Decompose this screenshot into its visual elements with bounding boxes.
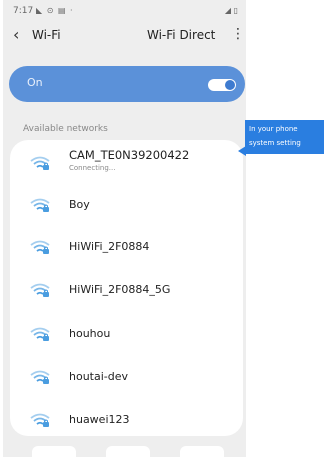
wifi-toggle-bar[interactable]: On <box>9 66 245 102</box>
wifi-lock-icon <box>30 327 50 341</box>
network-name: CAM_TE0N39200422 <box>69 148 190 162</box>
network-name: houhou <box>69 327 111 340</box>
network-name: huawei123 <box>69 413 130 426</box>
back-arrow-icon[interactable]: ‹ <box>13 25 19 45</box>
wifi-lock-icon <box>30 156 50 170</box>
bottom-navigation-peek <box>10 446 243 457</box>
network-name: HiWiFi_2F0884_5G <box>69 283 171 296</box>
network-item[interactable]: HiWiFi_2F0884_5G <box>10 270 243 310</box>
available-networks-label: Available networks <box>23 124 108 134</box>
more-options-icon[interactable]: ⋮ <box>231 26 245 42</box>
network-item[interactable]: CAM_TE0N39200422 Connecting... <box>10 140 243 180</box>
wifi-toggle-switch[interactable] <box>208 79 236 91</box>
network-item[interactable]: houhou <box>10 314 243 354</box>
bottom-tab-peek-2 <box>106 446 150 457</box>
tooltip-line-2: system setting <box>249 139 301 147</box>
tooltip-pointer <box>238 146 246 156</box>
app-bar: ‹ Wi-Fi Wi-Fi Direct ⋮ <box>3 24 246 50</box>
toggle-knob <box>225 80 235 90</box>
wifi-on-label: On <box>27 76 43 89</box>
signal-battery-icons: ◢ ▯ <box>224 6 238 15</box>
network-item[interactable]: houtai-dev <box>10 357 243 397</box>
wifi-lock-icon <box>30 198 50 212</box>
network-name: Boy <box>69 198 90 211</box>
network-item[interactable]: huawei123 <box>10 400 243 440</box>
page-title: Wi-Fi <box>32 28 61 42</box>
status-bar: 7:17 ◣ ⊙ ▤ · ◢ ▯ <box>3 0 246 20</box>
networks-list: CAM_TE0N39200422 Connecting... Boy HiWiFi_2… <box>10 140 243 436</box>
wifi-direct-button[interactable]: Wi-Fi Direct <box>147 28 215 42</box>
network-name: HiWiFi_2F0884 <box>69 240 150 253</box>
phone-screen: 7:17 ◣ ⊙ ▤ · ◢ ▯ ‹ Wi-Fi Wi-Fi Direct ⋮ … <box>3 0 246 457</box>
wifi-lock-icon <box>30 370 50 384</box>
tooltip-line-1: In your phone <box>249 125 298 133</box>
hint-tooltip: In your phone system setting <box>238 120 324 156</box>
wifi-lock-icon <box>30 283 50 297</box>
notification-icons: ◣ ⊙ ▤ · <box>36 6 74 15</box>
network-name: houtai-dev <box>69 370 129 383</box>
bottom-tab-peek-1 <box>32 446 76 457</box>
status-time: 7:17 <box>13 6 34 16</box>
bottom-tab-peek-3 <box>180 446 224 457</box>
network-item[interactable]: Boy <box>10 185 243 225</box>
network-status: Connecting... <box>69 164 116 172</box>
wifi-lock-icon <box>30 240 50 254</box>
network-item[interactable]: HiWiFi_2F0884 <box>10 227 243 267</box>
wifi-lock-icon <box>30 413 50 427</box>
